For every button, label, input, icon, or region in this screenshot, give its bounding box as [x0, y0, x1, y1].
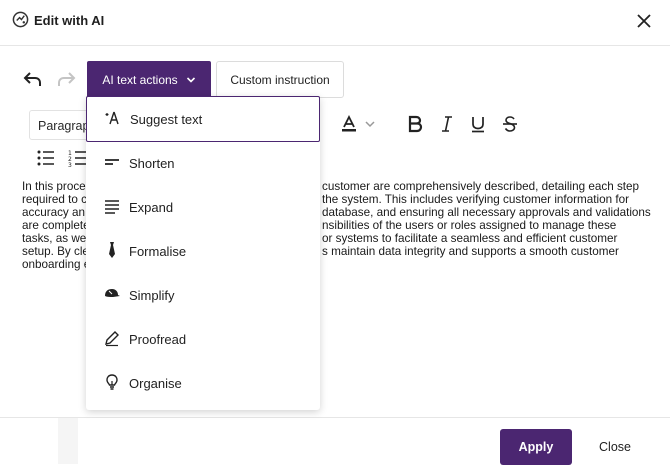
- footer-divider: [58, 418, 78, 464]
- custom-instruction-button[interactable]: Custom instruction: [216, 61, 344, 98]
- underline-icon[interactable]: [468, 114, 488, 134]
- pencil-icon: [105, 331, 119, 347]
- strikethrough-icon[interactable]: [500, 114, 520, 134]
- menu-item-label: Suggest text: [130, 112, 203, 127]
- text-line: onboarding e: [22, 258, 91, 271]
- text-line: nsibilities of the users or roles assign…: [322, 219, 617, 232]
- undo-icon[interactable]: [23, 70, 43, 88]
- menu-item-label: Proofread: [129, 332, 187, 347]
- tie-icon: [109, 242, 115, 258]
- close-button[interactable]: Close: [580, 429, 650, 465]
- close-icon[interactable]: [634, 11, 654, 31]
- menu-item-label: Organise: [129, 376, 182, 391]
- svg-text:3: 3: [68, 162, 72, 168]
- menu-item-label: Shorten: [129, 156, 175, 171]
- chevron-down-icon: [186, 76, 195, 83]
- menu-item-formalise[interactable]: Formalise: [86, 229, 320, 273]
- text-line: In this proce: [22, 180, 86, 193]
- text-line: are complete: [22, 219, 90, 232]
- menu-item-label: Expand: [129, 200, 174, 215]
- text-line: s maintain data integrity and supports a…: [322, 245, 619, 258]
- apply-button[interactable]: Apply: [500, 429, 572, 465]
- menu-item-proofread[interactable]: Proofread: [86, 317, 320, 361]
- text-line: tasks, as we: [22, 232, 87, 245]
- long-lines-icon: [105, 200, 119, 214]
- dialog-title: Edit with AI: [34, 13, 105, 28]
- short-lines-icon: [105, 159, 119, 165]
- text-line: the system. This includes verifying cust…: [322, 193, 630, 206]
- text-line: setup. By cle: [22, 245, 89, 258]
- menu-item-label: Simplify: [129, 288, 175, 303]
- dialog-header: Edit with AI: [0, 0, 670, 46]
- ai-actions-menu: Suggest text Shorten Expand Formalise Si…: [86, 96, 320, 410]
- menu-item-organise[interactable]: Organise: [86, 361, 320, 405]
- lightbulb-icon: [106, 374, 118, 390]
- text-line: customer are comprehensively described, …: [322, 180, 640, 193]
- menu-item-expand[interactable]: Expand: [86, 185, 320, 229]
- chevron-down-icon[interactable]: [360, 114, 375, 134]
- menu-item-shorten[interactable]: Shorten: [86, 141, 320, 185]
- italic-icon[interactable]: [437, 114, 457, 134]
- redo-icon[interactable]: [56, 70, 76, 88]
- ai-sparkle-icon: [12, 11, 29, 28]
- text-line: or systems to facilitate a seamless and …: [322, 232, 618, 245]
- ai-text-actions-button[interactable]: AI text actions: [87, 61, 211, 98]
- font-color-icon[interactable]: [339, 114, 359, 134]
- action-toolbar: AI text actions Custom instruction: [0, 60, 670, 98]
- menu-item-suggest-text[interactable]: Suggest text: [86, 96, 320, 142]
- text-line: database, and ensuring all necessary app…: [322, 206, 651, 219]
- menu-item-simplify[interactable]: Simplify: [86, 273, 320, 317]
- menu-item-label: Formalise: [129, 244, 187, 259]
- bullet-list-icon[interactable]: [35, 148, 57, 168]
- bold-icon[interactable]: [405, 114, 425, 134]
- text-line: required to c: [22, 193, 87, 206]
- text-line: accuracy an: [22, 206, 86, 219]
- ai-text-actions-label: AI text actions: [102, 72, 178, 87]
- dialog-footer: Apply Close: [0, 417, 670, 471]
- cap-icon: [105, 289, 120, 297]
- sparkle-pen-icon: [105, 111, 119, 125]
